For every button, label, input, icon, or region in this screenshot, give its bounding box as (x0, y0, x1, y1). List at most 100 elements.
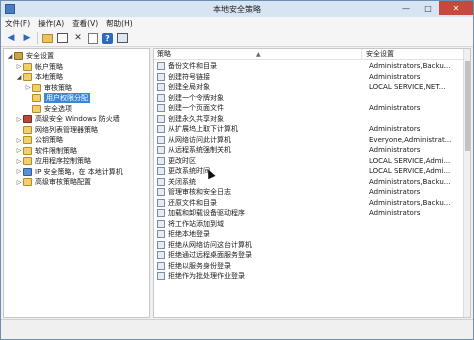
show-action-pane-icon[interactable] (117, 33, 128, 43)
policy-row[interactable]: 更改时区 LOCAL SERVICE,Admi... (154, 156, 464, 167)
expand-toggle-icon[interactable]: ▷ (15, 179, 23, 186)
policy-icon (157, 230, 165, 239)
folder-icon (23, 62, 32, 71)
policy-name: 管理审核和安全日志 (168, 188, 231, 197)
policy-name: 创建永久共享对象 (168, 114, 224, 123)
expand-toggle-icon[interactable]: ◢ (6, 53, 14, 60)
menu-help[interactable]: 帮助(H) (106, 18, 133, 29)
policy-name: 创建全局对象 (168, 83, 210, 92)
tree-item[interactable]: ▷ 软件限制策略 (15, 146, 77, 157)
expand-toggle-icon[interactable]: ▷ (15, 116, 23, 123)
policy-security-setting: Everyone,Administrat... (369, 135, 452, 144)
menu-file[interactable]: 文件(F) (5, 18, 30, 29)
policy-name: 创建符号链接 (168, 72, 210, 81)
policy-icon (157, 198, 165, 207)
maximize-icon[interactable]: □ (417, 1, 439, 15)
tree-item[interactable]: 网络列表管理器策略 (15, 125, 98, 136)
title-bar[interactable]: 本地安全策略 — □ ✕ (1, 1, 473, 17)
policy-row[interactable]: 备份文件和目录 Administrators,Backu... (154, 61, 464, 72)
policy-row[interactable]: 拒绝以服务身份登录 (154, 261, 464, 272)
policy-name: 从网络访问此计算机 (168, 135, 231, 144)
policy-security-setting: Administrators (369, 146, 421, 155)
policy-row[interactable]: 将工作站添加到域 (154, 219, 464, 230)
tree-item[interactable]: ◢ 安全设置 (6, 51, 54, 62)
tree-item[interactable]: ▷ 高级安全 Windows 防火墙 (15, 114, 120, 125)
policy-row[interactable]: 更改系统时间 LOCAL SERVICE,Admi... (154, 166, 464, 177)
tree-item[interactable]: ▷ 审核策略 (24, 83, 72, 94)
policy-name: 从远程系统强制关机 (168, 146, 231, 155)
policy-name: 加载和卸载设备驱动程序 (168, 209, 245, 218)
policy-row[interactable]: 拒绝作为批处理作业登录 (154, 271, 464, 282)
tree-item[interactable]: ◢ 本地策略 (15, 72, 63, 83)
shield-icon (14, 52, 23, 61)
policy-name: 将工作站添加到域 (168, 219, 224, 228)
expand-toggle-icon[interactable]: ▷ (24, 84, 32, 91)
tree-item[interactable]: ▷ IP 安全策略，在 本地计算机 (15, 167, 123, 178)
scrollbar-thumb[interactable] (465, 61, 470, 151)
policy-name: 更改时区 (168, 156, 196, 165)
policy-row[interactable]: 拒绝通过远程桌面服务登录 (154, 250, 464, 261)
close-icon[interactable]: ✕ (439, 1, 473, 15)
policy-row[interactable]: 管理审核和安全日志 Administrators (154, 187, 464, 198)
policy-name: 从扩展坞上取下计算机 (168, 125, 238, 134)
policy-row[interactable]: 创建一个令牌对象 (154, 93, 464, 104)
tree-item[interactable]: ▷ 应用程序控制策略 (15, 156, 91, 167)
status-bar (1, 319, 473, 339)
column-header-policy[interactable]: 策略 ▲ (154, 49, 362, 59)
tree-item[interactable]: 用户权限分配 (24, 93, 90, 104)
policy-security-setting: Administrators,Backu... (369, 177, 451, 186)
tree-item[interactable]: ▷ 公钥策略 (15, 135, 63, 146)
show-hide-tree-icon[interactable] (57, 33, 68, 43)
minimize-icon[interactable]: — (395, 1, 417, 15)
tree-item-label: 应用程序控制策略 (35, 157, 91, 166)
policy-icon (157, 219, 165, 228)
expand-toggle-icon[interactable]: ▷ (15, 158, 23, 165)
policy-row[interactable]: 从远程系统强制关机 Administrators (154, 145, 464, 156)
expand-toggle-icon[interactable]: ▷ (15, 168, 23, 175)
policy-row[interactable]: 拒绝从网络访问这台计算机 (154, 240, 464, 251)
policy-row[interactable]: 关闭系统 Administrators,Backu... (154, 177, 464, 188)
policy-security-setting: Administrators (369, 72, 421, 81)
policy-icon (157, 114, 165, 123)
menu-view[interactable]: 查看(V) (72, 18, 98, 29)
tree-item[interactable]: ▷ 高级审核策略配置 (15, 177, 91, 188)
folder-icon (32, 104, 41, 113)
policy-row[interactable]: 创建符号链接 Administrators (154, 72, 464, 83)
help-icon[interactable]: ? (102, 32, 113, 44)
back-arrow-icon[interactable]: ◀ (5, 32, 17, 44)
policy-row[interactable]: 创建永久共享对象 (154, 114, 464, 125)
policy-icon (157, 261, 165, 270)
properties-icon[interactable] (88, 32, 98, 44)
policy-row[interactable]: 加载和卸载设备驱动程序 Administrators (154, 208, 464, 219)
policy-icon (157, 272, 165, 281)
policy-name: 拒绝作为批处理作业登录 (168, 272, 245, 281)
policy-row[interactable]: 从网络访问此计算机 Everyone,Administrat... (154, 135, 464, 146)
tree-item[interactable]: ▷ 帐户策略 (15, 62, 63, 73)
tree-item-label: 本地策略 (35, 73, 63, 82)
column-header-security-setting[interactable]: 安全设置 (362, 49, 464, 59)
vertical-scrollbar[interactable] (463, 49, 470, 317)
folder-icon (23, 125, 32, 134)
policy-row[interactable]: 创建全局对象 LOCAL SERVICE,NET... (154, 82, 464, 93)
forward-arrow-icon[interactable]: ▶ (21, 32, 33, 44)
tree-item[interactable]: 安全选项 (24, 104, 72, 115)
policy-list: 策略 ▲ 安全设置 备份文件和目录 Administrators,Backu...… (153, 48, 471, 318)
policy-row[interactable]: 还原文件和目录 Administrators,Backu... (154, 198, 464, 209)
folder-icon (23, 136, 32, 145)
policy-icon (157, 135, 165, 144)
menu-action[interactable]: 操作(A) (38, 18, 64, 29)
policy-icon (157, 62, 165, 71)
up-folder-icon[interactable] (42, 33, 53, 43)
menu-bar: 文件(F) 操作(A) 查看(V) 帮助(H) (1, 17, 473, 30)
expand-toggle-icon[interactable]: ▷ (15, 63, 23, 70)
folder-icon (32, 83, 41, 92)
policy-row[interactable]: 从扩展坞上取下计算机 Administrators (154, 124, 464, 135)
sort-ascending-icon: ▲ (256, 51, 261, 58)
delete-icon[interactable]: ✕ (72, 32, 84, 44)
expand-toggle-icon[interactable]: ▷ (15, 147, 23, 154)
policy-row[interactable]: 拒绝本地登录 (154, 229, 464, 240)
expand-toggle-icon[interactable]: ◢ (15, 74, 23, 81)
policy-row[interactable]: 创建一个页面文件 Administrators (154, 103, 464, 114)
expand-toggle-icon[interactable]: ▷ (15, 137, 23, 144)
policy-name: 更改系统时间 (168, 167, 210, 176)
